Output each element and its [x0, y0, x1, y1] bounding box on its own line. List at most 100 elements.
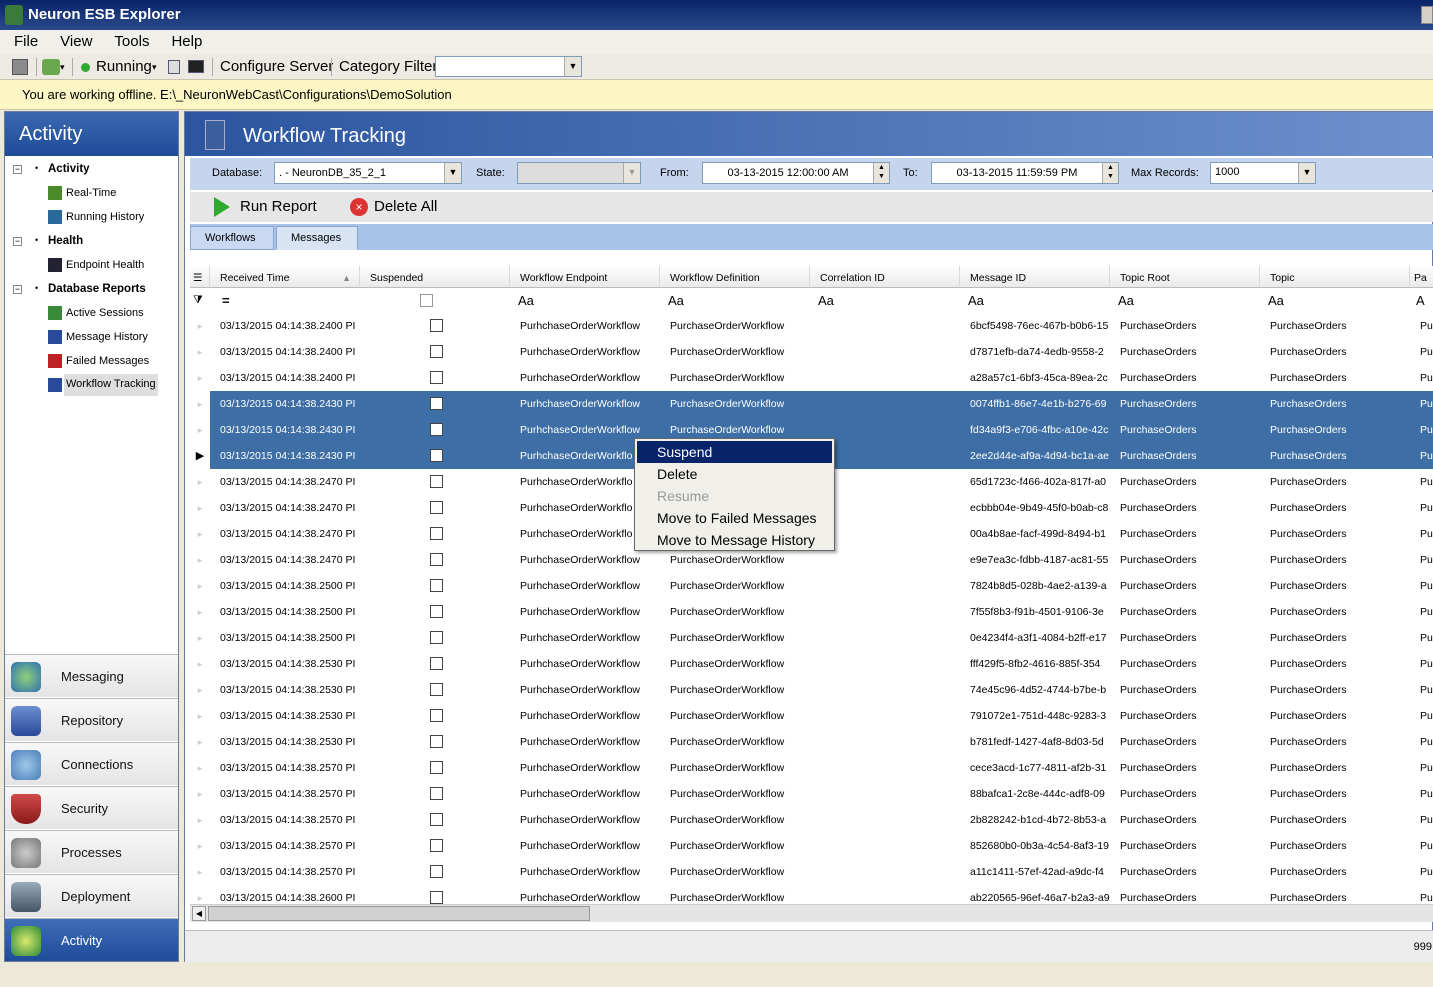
tree-item-running-history[interactable]: Running History: [66, 207, 144, 227]
table-row[interactable]: ▸ 03/13/2015 04:14:38.2400 PI PurhchaseOrd…: [190, 339, 1433, 365]
table-row[interactable]: ▸ 03/13/2015 04:14:38.2400 PI PurhchaseOrd…: [190, 365, 1433, 391]
row-selector[interactable]: ▸: [190, 625, 210, 651]
table-row[interactable]: ▸ 03/13/2015 04:14:38.2500 PI PurhchaseOrd…: [190, 625, 1433, 651]
from-spinner[interactable]: ▲ ▼: [873, 163, 889, 183]
row-selector[interactable]: ▸: [190, 729, 210, 755]
scroll-left-icon[interactable]: ◀: [192, 906, 206, 921]
suspended-checkbox[interactable]: [430, 787, 443, 800]
col-received-time[interactable]: Received Time ▲: [210, 266, 360, 288]
table-row[interactable]: ▸ 03/13/2015 04:14:38.2530 PI PurhchaseOrd…: [190, 677, 1433, 703]
suspended-checkbox[interactable]: [430, 423, 443, 436]
suspended-checkbox[interactable]: [430, 735, 443, 748]
col-suspended[interactable]: Suspended: [360, 266, 510, 288]
col-message-id[interactable]: Message ID: [960, 266, 1110, 288]
database-select[interactable]: . - NeuronDB_35_2_1 ▼: [274, 162, 462, 184]
filter-topic-root[interactable]: Aa: [1110, 288, 1260, 313]
running-status[interactable]: Running: [96, 54, 152, 80]
table-row[interactable]: ▸ 03/13/2015 04:14:38.2500 PI PurhchaseOrd…: [190, 599, 1433, 625]
menu-item-suspend[interactable]: Suspend: [637, 441, 832, 463]
col-topic[interactable]: Topic: [1260, 266, 1410, 288]
row-selector[interactable]: ▸: [190, 755, 210, 781]
scroll-thumb[interactable]: [208, 906, 590, 921]
row-selector[interactable]: ▸: [190, 599, 210, 625]
table-row[interactable]: ▸ 03/13/2015 04:14:38.2530 PI PurhchaseOrd…: [190, 651, 1433, 677]
refresh-icon[interactable]: [168, 60, 180, 74]
chevron-down-icon[interactable]: ▼: [623, 163, 640, 183]
suspended-checkbox[interactable]: [430, 553, 443, 566]
suspended-checkbox[interactable]: [430, 761, 443, 774]
save-icon[interactable]: [12, 59, 28, 75]
row-selector[interactable]: ▸: [190, 651, 210, 677]
nav-repository[interactable]: Repository: [5, 698, 178, 741]
table-row[interactable]: ▸ 03/13/2015 04:14:38.2570 PI PurhchaseOrd…: [190, 859, 1433, 885]
nav-messaging[interactable]: Messaging: [5, 654, 178, 697]
row-selector[interactable]: ▸: [190, 703, 210, 729]
suspended-checkbox[interactable]: [430, 839, 443, 852]
row-selector[interactable]: ▸: [190, 495, 210, 521]
suspended-checkbox[interactable]: [430, 865, 443, 878]
menu-item-move-to-failed[interactable]: Move to Failed Messages: [637, 507, 832, 529]
suspended-checkbox[interactable]: [430, 345, 443, 358]
current-row-indicator-icon[interactable]: ▶: [190, 443, 210, 469]
suspended-checkbox[interactable]: [430, 501, 443, 514]
to-date-field[interactable]: 03-13-2015 11:59:59 PM ▲ ▼: [931, 162, 1119, 184]
suspended-checkbox[interactable]: [430, 891, 443, 904]
table-row[interactable]: ▸ 03/13/2015 04:14:38.2400 PI PurhchaseOrd…: [190, 313, 1433, 339]
suspended-checkbox[interactable]: [430, 605, 443, 618]
col-pa[interactable]: Pa: [1410, 266, 1433, 288]
run-report-button[interactable]: Run Report: [240, 192, 317, 222]
suspended-checkbox[interactable]: [430, 319, 443, 332]
col-topic-root[interactable]: Topic Root: [1110, 266, 1260, 288]
status-dropdown-icon[interactable]: ▾: [152, 54, 157, 80]
menu-item-move-to-history[interactable]: Move to Message History: [637, 529, 832, 551]
chevron-down-icon[interactable]: ▼: [564, 57, 581, 76]
row-selector[interactable]: ▸: [190, 833, 210, 859]
table-row[interactable]: ▸ 03/13/2015 04:14:38.2570 PI PurhchaseOrd…: [190, 807, 1433, 833]
category-filter-select[interactable]: ▼: [435, 56, 582, 77]
table-row[interactable]: ▸ 03/13/2015 04:14:38.2570 PI PurhchaseOrd…: [190, 755, 1433, 781]
row-selector[interactable]: ▸: [190, 547, 210, 573]
menu-help[interactable]: Help: [163, 30, 210, 54]
horizontal-scrollbar[interactable]: ◀: [190, 904, 1433, 922]
suspended-checkbox[interactable]: [430, 631, 443, 644]
filter-topic[interactable]: Aa: [1260, 288, 1410, 313]
collapse-health-icon[interactable]: −: [13, 237, 22, 246]
nav-security[interactable]: Security: [5, 786, 178, 829]
table-row[interactable]: ▸ 03/13/2015 04:14:38.2530 PI PurhchaseOrd…: [190, 729, 1433, 755]
filter-message-id[interactable]: Aa: [960, 288, 1110, 313]
row-selector[interactable]: ▸: [190, 859, 210, 885]
max-records-select[interactable]: 1000 ▼: [1210, 162, 1316, 184]
nav-processes[interactable]: Processes: [5, 830, 178, 873]
suspended-checkbox[interactable]: [430, 709, 443, 722]
col-workflow-endpoint[interactable]: Workflow Endpoint: [510, 266, 660, 288]
row-selector[interactable]: ▸: [190, 807, 210, 833]
filter-workflow-endpoint[interactable]: Aa: [510, 288, 660, 313]
suspended-checkbox[interactable]: [430, 579, 443, 592]
tree-item-real-time[interactable]: Real-Time: [66, 183, 116, 203]
table-row[interactable]: ▸ 03/13/2015 04:14:38.2430 PI PurhchaseOrd…: [190, 391, 1433, 417]
menu-tools[interactable]: Tools: [106, 30, 157, 54]
filter-pa[interactable]: A: [1410, 288, 1433, 313]
tree-item-workflow-tracking[interactable]: Workflow Tracking: [64, 374, 158, 396]
column-chooser-icon[interactable]: ☰: [190, 266, 210, 288]
collapse-activity-icon[interactable]: −: [13, 165, 22, 174]
filter-suspended[interactable]: [360, 288, 510, 313]
row-selector[interactable]: ▸: [190, 677, 210, 703]
tree-item-endpoint-health[interactable]: Endpoint Health: [66, 255, 144, 275]
menu-view[interactable]: View: [52, 30, 100, 54]
suspended-checkbox[interactable]: [430, 683, 443, 696]
collapse-database-reports-icon[interactable]: −: [13, 285, 22, 294]
col-correlation-id[interactable]: Correlation ID: [810, 266, 960, 288]
filter-icon[interactable]: ⧩: [190, 288, 210, 313]
tree-group-database-reports[interactable]: Database Reports: [48, 279, 146, 299]
table-row[interactable]: ▸ 03/13/2015 04:14:38.2570 PI PurhchaseOrd…: [190, 833, 1433, 859]
row-selector[interactable]: ▸: [190, 521, 210, 547]
minimize-button[interactable]: [1421, 6, 1433, 24]
table-row[interactable]: ▸ 03/13/2015 04:14:38.2530 PI PurhchaseOrd…: [190, 703, 1433, 729]
menu-item-delete[interactable]: Delete: [637, 463, 832, 485]
to-spinner[interactable]: ▲ ▼: [1102, 163, 1118, 183]
chevron-down-icon[interactable]: ▼: [444, 163, 461, 183]
row-selector[interactable]: ▸: [190, 417, 210, 443]
configure-server-button[interactable]: Configure Server: [220, 54, 333, 80]
from-date-field[interactable]: 03-13-2015 12:00:00 AM ▲ ▼: [702, 162, 890, 184]
